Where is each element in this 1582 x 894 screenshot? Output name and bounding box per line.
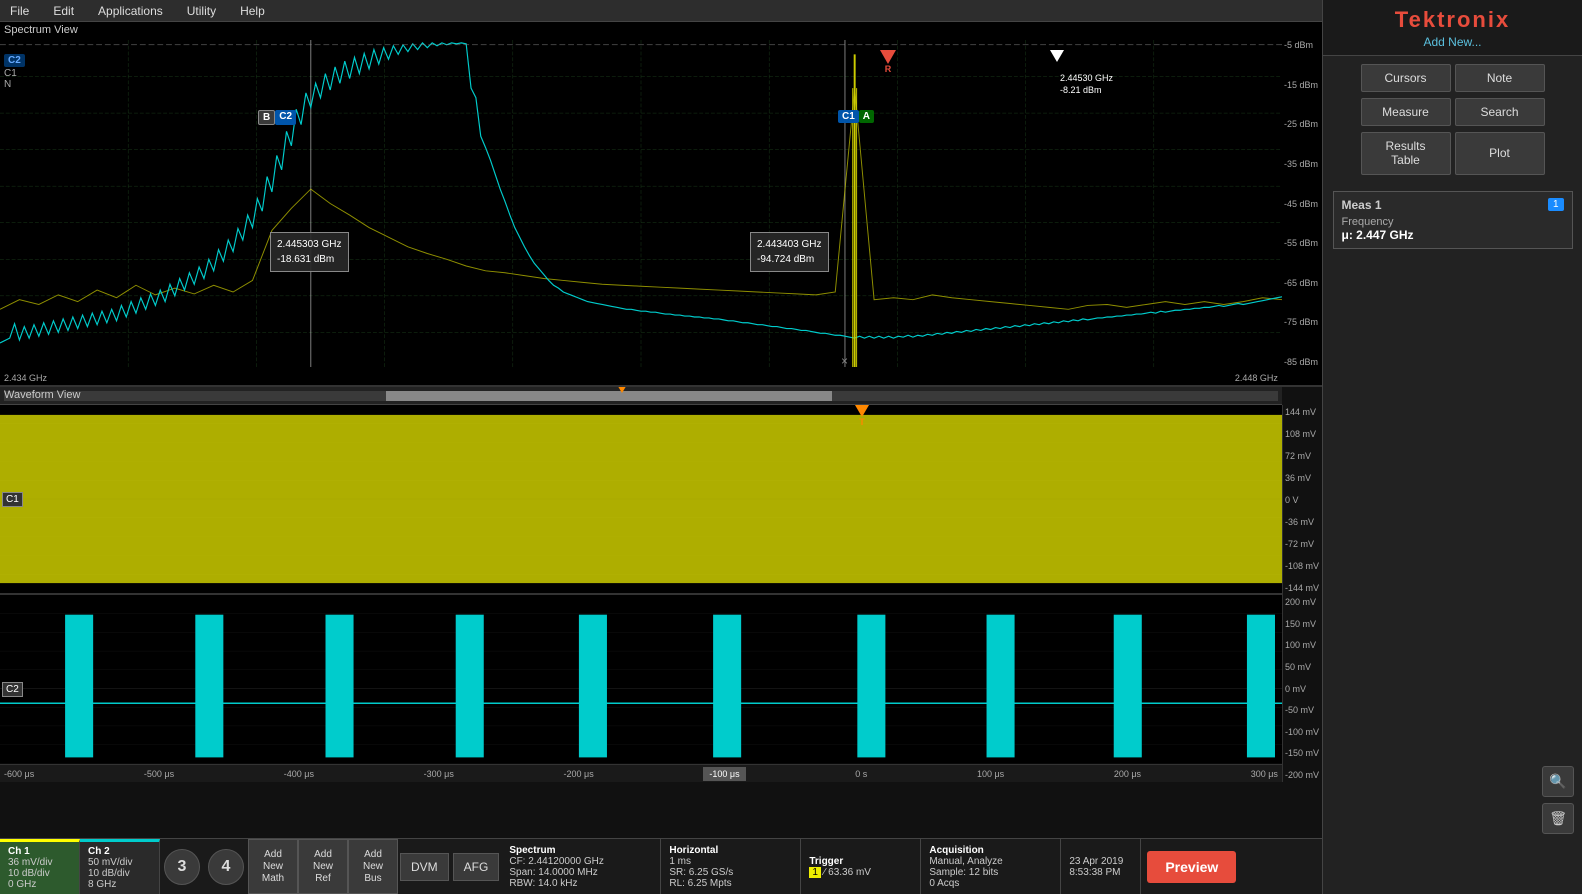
add-new-button[interactable]: Add New...: [1423, 35, 1481, 49]
right-sidebar: Tektronix Add New... Cursors Note Measur…: [1322, 0, 1582, 894]
spectrum-x-axis: 2.434 GHz 2.448 GHz: [4, 373, 1278, 383]
marker-r-tooltip: 2.44530 GHz -8.21 dBm: [1060, 72, 1113, 96]
spectrum-status: Spectrum CF: 2.44120000 GHz Span: 14.000…: [501, 839, 661, 894]
cursors-button[interactable]: Cursors: [1361, 64, 1451, 92]
x-highlight-box: -100 μs: [703, 767, 745, 781]
ch2-db-div: 10 dB/div: [88, 868, 151, 879]
ch1-y-axis: 144 mV 108 mV 72 mV 36 mV 0 V -36 mV -72…: [1282, 405, 1322, 595]
num4-button[interactable]: 4: [208, 849, 244, 885]
waveform-view-title: Waveform View: [4, 389, 80, 401]
search-button[interactable]: Search: [1455, 98, 1545, 126]
delete-icon[interactable]: 🗑: [1542, 803, 1574, 834]
ch1-status: Ch 1 36 mV/div 10 dB/div 0 GHz: [0, 839, 80, 894]
note-button[interactable]: Note: [1455, 64, 1545, 92]
meas1-panel: Meas 1 1 Frequency μ: 2.447 GHz: [1333, 191, 1573, 249]
cursor-c1-badge: C1: [838, 110, 859, 123]
trigger-level: 63.36 mV: [828, 867, 871, 878]
ch1-waveform-svg: [0, 405, 1282, 593]
add-new-ref-button[interactable]: Add New Ref: [298, 839, 348, 894]
marker-white-indicator: [1050, 50, 1064, 62]
meas1-label: Frequency: [1342, 216, 1564, 228]
ch2-ghz: 8 GHz: [88, 879, 151, 890]
ch1-mv-div: 36 mV/div: [8, 857, 71, 868]
add-new-math-button[interactable]: Add New Math: [248, 839, 298, 894]
main-content: Spectrum View C2 C1 N B C2 C1 A R: [0, 22, 1322, 894]
ch1-ghz: 0 GHz: [8, 879, 71, 890]
menu-utility[interactable]: Utility: [183, 2, 220, 20]
c2-top-badge: C2: [4, 54, 25, 67]
scrollbar-thumb[interactable]: [386, 391, 832, 401]
trigger-status: Trigger 1 ∕ 63.36 mV: [801, 839, 921, 894]
results-table-button[interactable]: Results Table: [1361, 132, 1451, 175]
ch2-mv-div: 50 mV/div: [88, 857, 151, 868]
horizontal-status: Horizontal 1 ms SR: 6.25 GS/s RL: 6.25 M…: [661, 839, 801, 894]
add-new-bus-button[interactable]: Add New Bus: [348, 839, 398, 894]
n-indicator: N: [4, 79, 11, 90]
num3-button[interactable]: 3: [164, 849, 200, 885]
meas1-badge: 1: [1548, 198, 1564, 211]
marker-r-indicator: [880, 50, 896, 64]
menu-edit[interactable]: Edit: [49, 2, 78, 20]
scrollbar-track[interactable]: [4, 391, 1278, 401]
zoom-icon[interactable]: 🔍: [1542, 766, 1574, 797]
status-bar: Ch 1 36 mV/div 10 dB/div 0 GHz Ch 2 50 m…: [0, 838, 1322, 894]
cursor-b-tooltip: 2.445303 GHz -18.631 dBm: [270, 232, 349, 272]
plot-button[interactable]: Plot: [1455, 132, 1545, 175]
menu-file[interactable]: File: [6, 2, 33, 20]
acquisition-status: Acquisition Manual, Analyze Sample: 12 b…: [921, 839, 1061, 894]
ch2-status: Ch 2 50 mV/div 10 dB/div 8 GHz: [80, 839, 160, 894]
spectrum-y-axis: -5 dBm -15 dBm -25 dBm -35 dBm -45 dBm -…: [1282, 40, 1322, 367]
menu-help[interactable]: Help: [236, 2, 269, 20]
ch2-status-label: Ch 2: [88, 846, 151, 857]
ch1-status-label: Ch 1: [8, 846, 71, 857]
menu-applications[interactable]: Applications: [94, 2, 167, 20]
c1-indicator: C1: [4, 68, 17, 79]
svg-text:×: ×: [841, 356, 848, 367]
datetime-status: 23 Apr 2019 8:53:38 PM: [1061, 839, 1141, 894]
brand-name: Tektronix: [1395, 7, 1510, 33]
ch1-label: C1: [2, 493, 23, 505]
cursor-b-badge: B: [258, 110, 275, 125]
trigger-t-marker: T: [855, 405, 869, 427]
ch2-label: C2: [2, 683, 23, 695]
ch2-waveform-svg: [0, 595, 1282, 782]
spectrum-view[interactable]: Spectrum View C2 C1 N B C2 C1 A R: [0, 22, 1322, 387]
afg-button[interactable]: AFG: [453, 853, 500, 881]
dvm-button[interactable]: DVM: [400, 853, 449, 881]
measure-button[interactable]: Measure: [1361, 98, 1451, 126]
waveform-scrollbar[interactable]: [0, 387, 1282, 405]
ch2-waveform-container: C2: [0, 595, 1282, 782]
meas1-value: μ: 2.447 GHz: [1342, 228, 1564, 242]
trigger-t-scrollbar: [616, 387, 628, 393]
ch1-db-div: 10 dB/div: [8, 868, 71, 879]
spectrum-view-title: Spectrum View: [4, 24, 78, 36]
ch1-waveform-container: C1: [0, 405, 1282, 595]
meas1-title: Meas 1: [1342, 198, 1382, 212]
marker-r-label: R: [880, 64, 896, 74]
ch2-y-axis: 200 mV 150 mV 100 mV 50 mV 0 mV -50 mV -…: [1282, 595, 1322, 782]
cursor-a-tooltip: 2.443403 GHz -94.724 dBm: [750, 232, 829, 272]
waveform-x-axis: -600 μs -500 μs -400 μs -300 μs -200 μs …: [0, 764, 1282, 782]
preview-button[interactable]: Preview: [1147, 851, 1236, 883]
cursor-a-badge: A: [859, 110, 874, 123]
cursor-c2-badge: C2: [275, 110, 296, 125]
waveform-view[interactable]: Waveform View T C1: [0, 387, 1322, 838]
